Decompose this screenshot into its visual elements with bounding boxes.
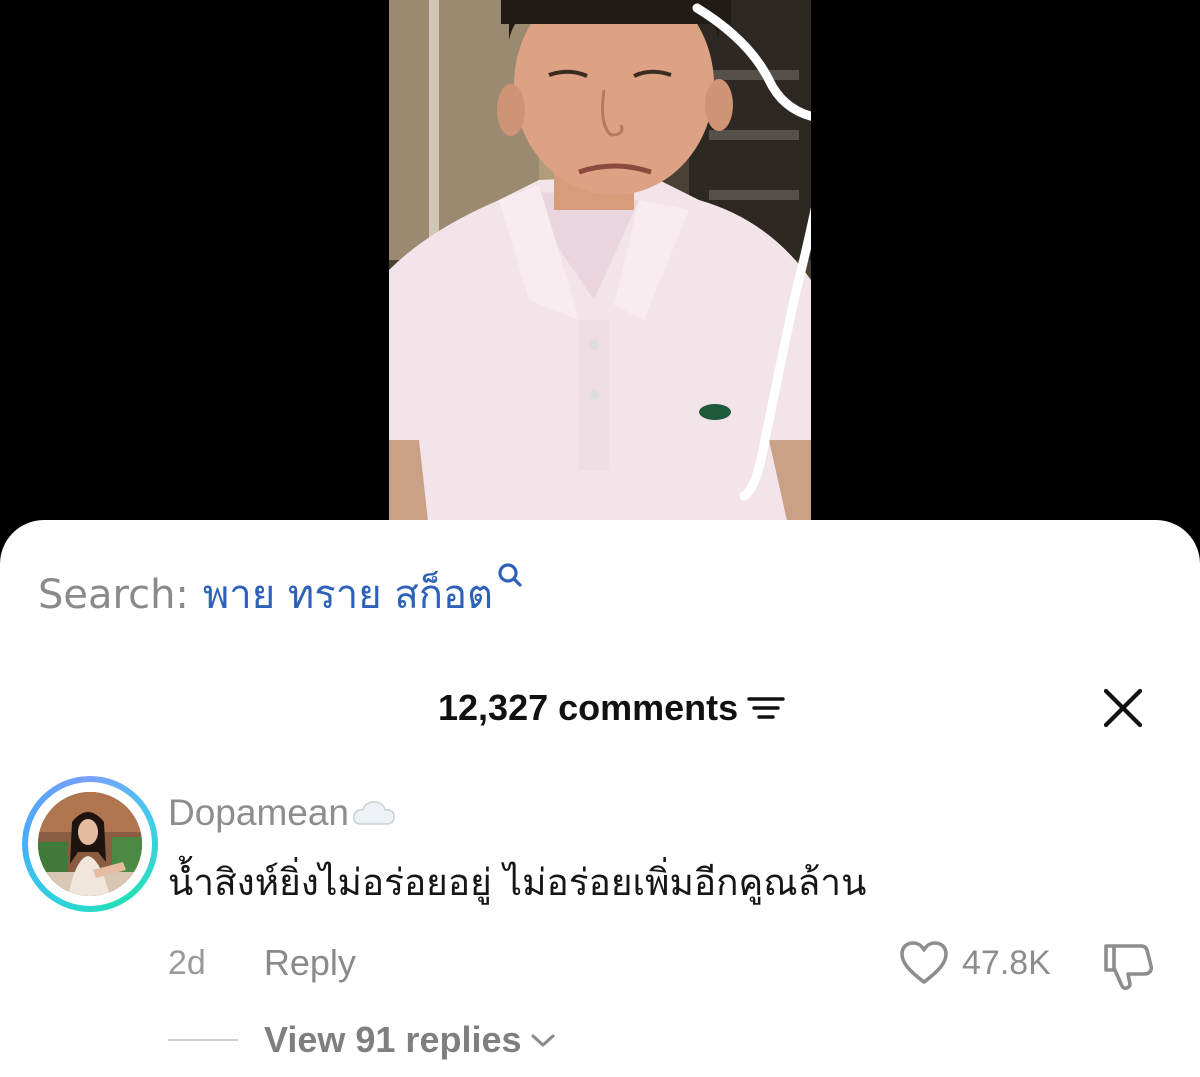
comments-sheet: Search: พาย ทราย สก็อต 12,327 comments D… <box>0 520 1200 1077</box>
comment-timestamp: 2d <box>168 943 206 982</box>
reply-button[interactable]: Reply <box>264 942 356 984</box>
search-prefix: Search: <box>38 572 189 618</box>
avatar-ring-gap <box>28 782 152 906</box>
comment-author-row[interactable]: Dopamean <box>168 788 397 838</box>
search-term-link[interactable]: พาย ทราย สก็อต <box>203 570 493 620</box>
comment-username[interactable]: Dopamean <box>168 792 349 834</box>
like-group[interactable]: 47.8K <box>898 938 1051 988</box>
view-replies-toggle[interactable]: View 91 replies <box>168 1016 558 1064</box>
close-icon[interactable] <box>1100 685 1146 731</box>
comments-count: 12,327 comments <box>438 687 739 728</box>
replies-divider <box>168 1039 238 1041</box>
view-replies-label[interactable]: View 91 replies <box>264 1019 522 1061</box>
avatar-image <box>38 792 142 896</box>
avatar-story-ring[interactable] <box>22 776 158 912</box>
sort-filter-icon[interactable] <box>746 693 786 723</box>
avatar[interactable] <box>38 792 142 896</box>
search-icon[interactable] <box>495 560 527 594</box>
heart-icon[interactable] <box>898 940 950 986</box>
search-suggestion[interactable]: Search: พาย ทราย สก็อต <box>38 563 527 620</box>
tiktok-comments-screen: Search: พาย ทราย สก็อต 12,327 comments D… <box>0 0 1200 1077</box>
comment-meta-row: 2d Reply <box>168 938 356 988</box>
comment-item: Dopamean น้ำสิงห์ยิ่งไม่อร่อยอยู่ ไม่อร่… <box>0 772 1200 1072</box>
comment-text: น้ำสิงห์ยิ่งไม่อร่อยอยู่ ไม่อร่อยเพิ่มอี… <box>168 861 867 904</box>
chevron-down-icon[interactable] <box>528 1028 558 1052</box>
cloud-icon <box>353 801 395 825</box>
video-player[interactable] <box>389 0 811 530</box>
thumbs-down-icon[interactable] <box>1100 938 1156 992</box>
comments-count-group[interactable]: 12,327 comments <box>438 680 786 736</box>
video-frame-image <box>389 0 811 530</box>
comments-header: 12,327 comments <box>0 680 1200 736</box>
like-count: 47.8K <box>962 943 1051 982</box>
